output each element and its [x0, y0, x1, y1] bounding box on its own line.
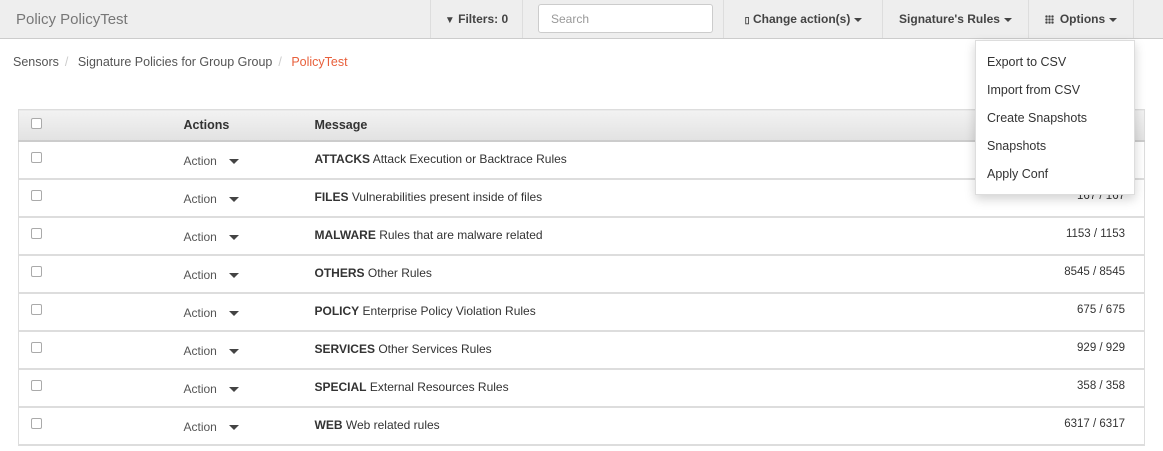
caret-down-icon — [228, 424, 239, 430]
category-name: POLICY — [314, 303, 360, 318]
actions-header: Actions — [183, 109, 315, 142]
action-dropdown[interactable]: Action — [183, 178, 315, 218]
action-label: Action — [183, 381, 217, 396]
change-actions-button[interactable]: ▯ Change action(s) — [723, 0, 883, 38]
action-label: Action — [183, 419, 217, 434]
menu-item-snapshots[interactable]: Snapshots — [976, 132, 1134, 160]
table-row: Action POLICY Enterprise Policy Violatio… — [18, 292, 1145, 332]
breadcrumb: Sensors / Signature Policies for Group Gr… — [13, 55, 348, 69]
menu-item-apply-conf[interactable]: Apply Conf — [976, 160, 1134, 188]
category-name: SPECIAL — [314, 379, 367, 394]
table-row: Action WEB Web related rules 6317 / 6317 — [18, 406, 1145, 446]
filter-icon: ▼ — [444, 15, 455, 26]
action-label: Action — [183, 305, 217, 320]
row-checkbox[interactable] — [31, 341, 42, 353]
row-checkbox[interactable] — [31, 151, 42, 163]
caret-down-icon — [1003, 17, 1012, 22]
row-checkbox[interactable] — [31, 417, 42, 429]
search-input[interactable] — [538, 4, 713, 33]
rule-count: 929 / 929 — [944, 330, 1145, 370]
category-name: OTHERS — [314, 265, 365, 280]
category-name: ATTACKS — [314, 151, 371, 166]
caret-down-icon — [228, 234, 239, 240]
action-dropdown[interactable]: Action — [183, 368, 315, 408]
action-label: Action — [183, 267, 217, 282]
category-name: WEB — [314, 417, 343, 432]
action-dropdown[interactable]: Action — [183, 330, 315, 370]
caret-down-icon — [854, 17, 863, 22]
action-label: Action — [183, 153, 217, 168]
caret-down-icon — [228, 310, 239, 316]
action-dropdown[interactable]: Action — [183, 140, 315, 180]
rule-count: 675 / 675 — [944, 292, 1145, 332]
top-navbar: Policy PolicyTest ▼ Filters: 0 ▯ Change … — [0, 0, 1163, 39]
action-label: Action — [183, 191, 217, 206]
options-label: Options — [1059, 12, 1106, 26]
category-description: Vulnerabilities present inside of files — [351, 189, 543, 204]
category-description: Attack Execution or Backtrace Rules — [372, 151, 567, 166]
action-label: Action — [183, 229, 217, 244]
page-title: Policy PolicyTest — [16, 11, 128, 28]
row-checkbox[interactable] — [31, 227, 42, 239]
action-dropdown[interactable]: Action — [183, 216, 315, 256]
grid-icon — [1044, 15, 1054, 24]
table-row: Action SERVICES Other Services Rules 929… — [18, 330, 1145, 370]
signature-rules-button[interactable]: Signature's Rules — [882, 0, 1028, 38]
signature-rules-label: Signature's Rules — [899, 12, 1000, 26]
rule-count: 358 / 358 — [944, 368, 1145, 408]
rule-count: 1153 / 1153 — [944, 216, 1145, 256]
breadcrumb-current: PolicyTest — [291, 55, 348, 69]
select-all-checkbox[interactable] — [31, 117, 42, 129]
caret-down-icon — [1109, 17, 1118, 22]
table-row: Action OTHERS Other Rules 8545 / 8545 — [18, 254, 1145, 294]
menu-item-create-snapshots[interactable]: Create Snapshots — [976, 104, 1134, 132]
filters-button[interactable]: ▼ Filters: 0 — [430, 0, 523, 38]
caret-down-icon — [228, 386, 239, 392]
table-row: Action SPECIAL External Resources Rules … — [18, 368, 1145, 408]
menu-item-import-csv[interactable]: Import from CSV — [976, 76, 1134, 104]
rule-count: 8545 / 8545 — [944, 254, 1145, 294]
row-checkbox[interactable] — [31, 303, 42, 315]
caret-down-icon — [228, 196, 239, 202]
caret-down-icon — [228, 348, 239, 354]
category-description: Other Rules — [367, 265, 432, 280]
category-name: FILES — [314, 189, 349, 204]
message-header: Message — [314, 109, 945, 142]
category-description: Rules that are malware related — [379, 227, 543, 242]
row-checkbox[interactable] — [31, 265, 42, 277]
caret-down-icon — [228, 272, 239, 278]
inbox-icon: ▯ — [744, 15, 750, 25]
breadcrumb-signature-policies[interactable]: Signature Policies for Group Group — [78, 55, 273, 69]
caret-down-icon — [228, 158, 239, 164]
category-name: MALWARE — [314, 227, 376, 242]
action-dropdown[interactable]: Action — [183, 292, 315, 332]
row-checkbox[interactable] — [31, 379, 42, 391]
options-dropdown-menu: Export to CSV Import from CSV Create Sna… — [975, 40, 1135, 195]
row-checkbox[interactable] — [31, 189, 42, 201]
change-actions-label: Change action(s) — [752, 12, 851, 26]
category-name: SERVICES — [314, 341, 375, 356]
table-row: Action MALWARE Rules that are malware re… — [18, 216, 1145, 256]
category-description: Enterprise Policy Violation Rules — [362, 303, 536, 318]
category-description: Other Services Rules — [378, 341, 492, 356]
action-dropdown[interactable]: Action — [183, 406, 315, 446]
category-description: Web related rules — [345, 417, 440, 432]
action-label: Action — [183, 343, 217, 358]
menu-item-export-csv[interactable]: Export to CSV — [976, 48, 1134, 76]
action-dropdown[interactable]: Action — [183, 254, 315, 294]
breadcrumb-sensors[interactable]: Sensors — [13, 55, 59, 69]
category-description: External Resources Rules — [369, 379, 509, 394]
filters-label: Filters: 0 — [458, 12, 509, 26]
options-button[interactable]: Options — [1028, 0, 1134, 38]
rule-count: 6317 / 6317 — [944, 406, 1145, 446]
